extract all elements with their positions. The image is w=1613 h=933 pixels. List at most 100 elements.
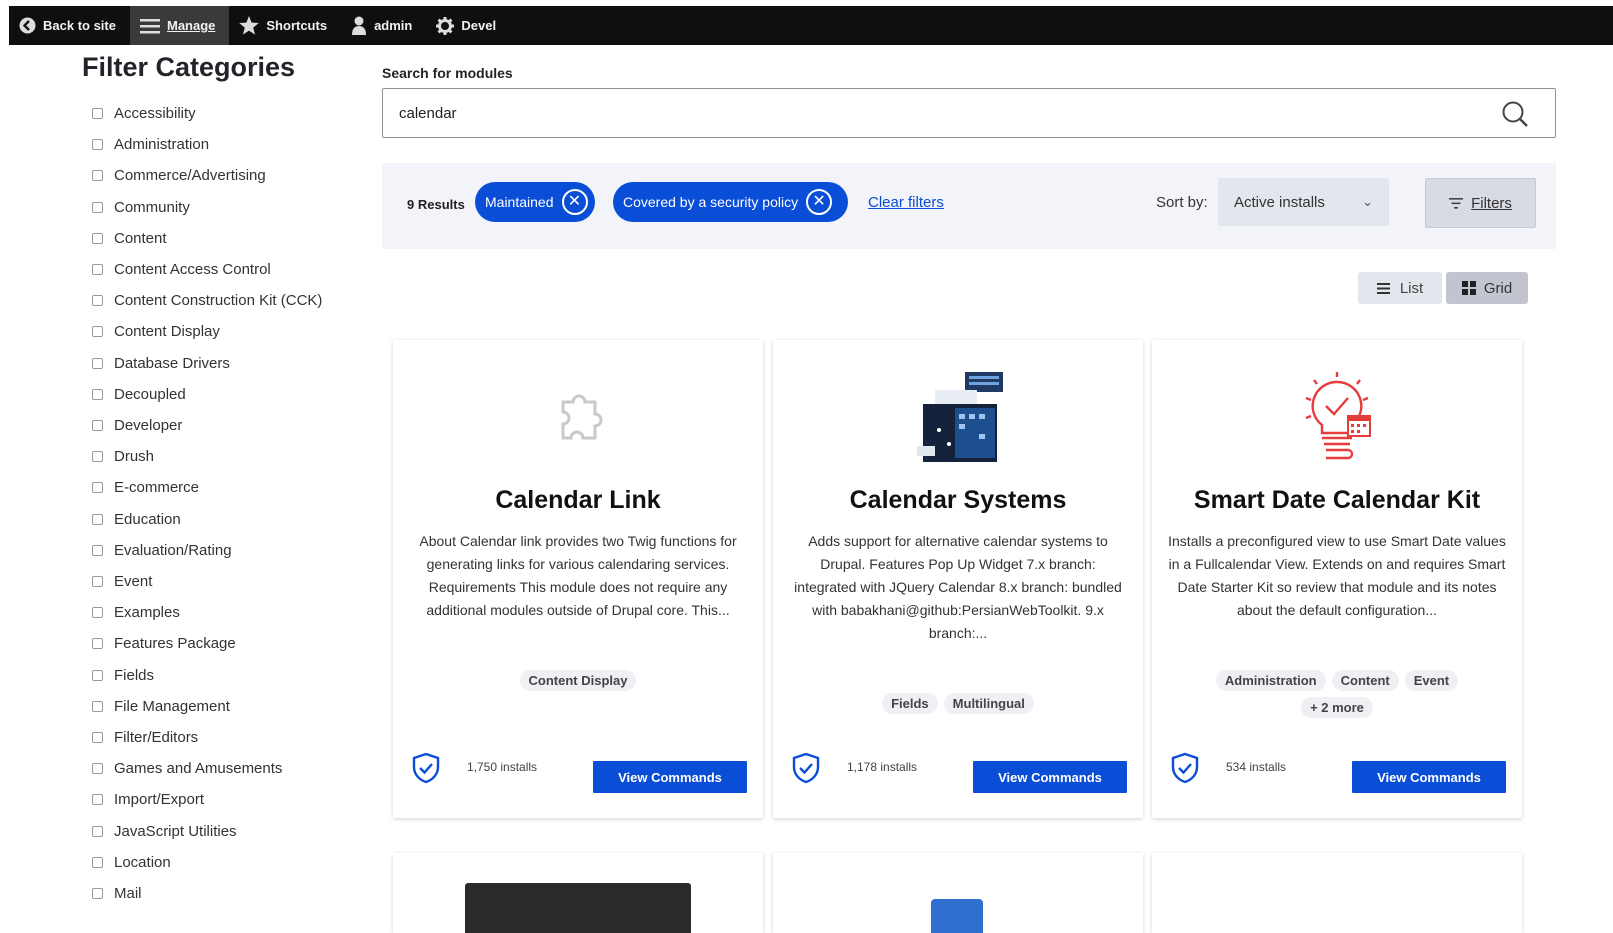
grid-view-button[interactable]: Grid: [1446, 272, 1528, 304]
search-input[interactable]: calendar: [382, 88, 1556, 138]
back-to-site-link[interactable]: Back to site: [9, 6, 130, 45]
category-label: Examples: [114, 604, 180, 622]
category-tag[interactable]: Content: [1331, 670, 1399, 691]
category-checkbox[interactable]: [92, 825, 103, 837]
category-filter-item[interactable]: Evaluation/Rating: [92, 542, 232, 559]
list-view-button[interactable]: List: [1358, 272, 1442, 304]
user-icon: [352, 16, 367, 35]
filters-button[interactable]: Filters: [1425, 178, 1536, 228]
category-filter-item[interactable]: Features Package: [92, 635, 236, 652]
category-label: Event: [114, 573, 153, 590]
shortcuts-tab[interactable]: Shortcuts: [229, 6, 341, 45]
category-filter-item[interactable]: Filter/Editors: [92, 729, 198, 746]
category-filter-item[interactable]: Mail: [92, 885, 142, 902]
module-card: Smart Date Calendar Kit Installs a preco…: [1152, 340, 1522, 818]
category-tag[interactable]: Administration: [1215, 670, 1326, 691]
category-filter-item[interactable]: Education: [92, 511, 181, 528]
category-checkbox[interactable]: [92, 482, 103, 494]
module-thumbnail: [465, 883, 691, 933]
category-checkbox[interactable]: [92, 170, 103, 182]
category-checkbox[interactable]: [92, 357, 103, 369]
install-count: 1,750 installs: [467, 760, 538, 774]
category-filter-item[interactable]: File Management: [92, 698, 230, 715]
remove-filter-icon[interactable]: ✕: [806, 189, 833, 215]
more-tags-badge[interactable]: + 2 more: [1301, 697, 1373, 718]
category-checkbox[interactable]: [92, 888, 103, 899]
category-label: Content Display: [114, 323, 220, 341]
module-title[interactable]: Calendar Link: [393, 486, 763, 515]
category-filter-item[interactable]: Content Construction Kit (CCK): [92, 292, 322, 309]
category-checkbox[interactable]: [92, 700, 103, 712]
back-to-site-label: Back to site: [43, 18, 116, 33]
category-label: Decoupled: [114, 385, 186, 403]
category-filter-item[interactable]: Administration: [92, 136, 209, 153]
category-checkbox[interactable]: [92, 232, 103, 244]
category-label: Education: [114, 510, 181, 528]
category-filter-item[interactable]: Decoupled: [92, 386, 186, 403]
category-label: Commerce/Advertising: [114, 167, 266, 185]
pill-security-label: Covered by a security policy: [623, 194, 799, 210]
category-filter-item[interactable]: Event: [92, 573, 152, 590]
category-label: Import/Export: [114, 791, 205, 809]
category-filter-item[interactable]: Content: [92, 230, 167, 247]
view-commands-button[interactable]: View Commands: [973, 761, 1127, 793]
category-filter-item[interactable]: JavaScript Utilities: [92, 823, 237, 840]
view-commands-button[interactable]: View Commands: [593, 761, 747, 793]
category-filter-item[interactable]: Commerce/Advertising: [92, 167, 266, 184]
category-checkbox[interactable]: [92, 763, 103, 775]
remove-filter-icon[interactable]: ✕: [561, 189, 588, 215]
manage-tab[interactable]: Manage: [129, 6, 230, 45]
category-filter-item[interactable]: Games and Amusements: [92, 760, 282, 777]
category-checkbox[interactable]: [92, 732, 103, 743]
category-filter-item[interactable]: Content Display: [92, 323, 220, 340]
category-checkbox[interactable]: [92, 607, 103, 619]
category-filter-item[interactable]: Fields: [92, 667, 154, 684]
module-title[interactable]: Calendar Systems: [773, 486, 1143, 515]
category-checkbox[interactable]: [92, 420, 103, 431]
category-checkbox[interactable]: [92, 264, 103, 275]
module-title[interactable]: Smart Date Calendar Kit: [1152, 486, 1522, 515]
category-checkbox[interactable]: [92, 576, 103, 587]
category-checkbox[interactable]: [92, 108, 103, 119]
tag-list: Administration Content Event + 2 more: [1192, 670, 1482, 718]
category-checkbox[interactable]: [92, 201, 103, 213]
search-icon[interactable]: [1501, 100, 1529, 128]
category-filter-item[interactable]: Accessibility: [92, 105, 196, 122]
category-filter-item[interactable]: Database Drivers: [92, 355, 230, 372]
category-tag[interactable]: Event: [1404, 670, 1459, 691]
category-checkbox[interactable]: [92, 856, 103, 868]
category-checkbox[interactable]: [92, 451, 103, 463]
category-tag[interactable]: Multilingual: [943, 693, 1034, 714]
category-filter-item[interactable]: Examples: [92, 604, 180, 621]
category-filter-item[interactable]: Drush: [92, 448, 154, 465]
category-checkbox[interactable]: [92, 326, 103, 338]
category-filter-item[interactable]: Location: [92, 854, 171, 871]
category-checkbox[interactable]: [92, 669, 103, 681]
category-checkbox[interactable]: [92, 544, 103, 556]
category-checkbox[interactable]: [92, 513, 103, 525]
sort-select[interactable]: Active installs ⌄: [1218, 178, 1389, 226]
user-label: admin: [374, 18, 413, 33]
category-tag[interactable]: Fields: [882, 693, 938, 714]
category-checkbox[interactable]: [92, 139, 103, 151]
filter-pill-security[interactable]: Covered by a security policy ✕: [613, 182, 848, 222]
category-filter-item[interactable]: Content Access Control: [92, 261, 271, 278]
category-checkbox[interactable]: [92, 388, 103, 400]
category-checkbox[interactable]: [92, 638, 103, 650]
tag-list: Content Display: [413, 670, 743, 691]
list-icon: [1376, 282, 1390, 294]
category-filter-item[interactable]: E-commerce: [92, 479, 199, 496]
devel-tab[interactable]: Devel: [426, 6, 510, 45]
view-commands-button[interactable]: View Commands: [1352, 761, 1506, 793]
search-label: Search for modules: [382, 65, 513, 81]
category-checkbox[interactable]: [92, 295, 103, 307]
category-filter-item[interactable]: Developer: [92, 417, 182, 434]
user-tab[interactable]: admin: [341, 6, 426, 45]
category-filter-item[interactable]: Import/Export: [92, 791, 204, 808]
shield-check-icon: [792, 752, 820, 784]
category-tag[interactable]: Content Display: [519, 670, 637, 691]
category-filter-item[interactable]: Community: [92, 199, 190, 216]
filter-pill-maintained[interactable]: Maintained ✕: [475, 182, 595, 222]
clear-filters-link[interactable]: Clear filters: [868, 194, 944, 211]
category-checkbox[interactable]: [92, 794, 103, 806]
